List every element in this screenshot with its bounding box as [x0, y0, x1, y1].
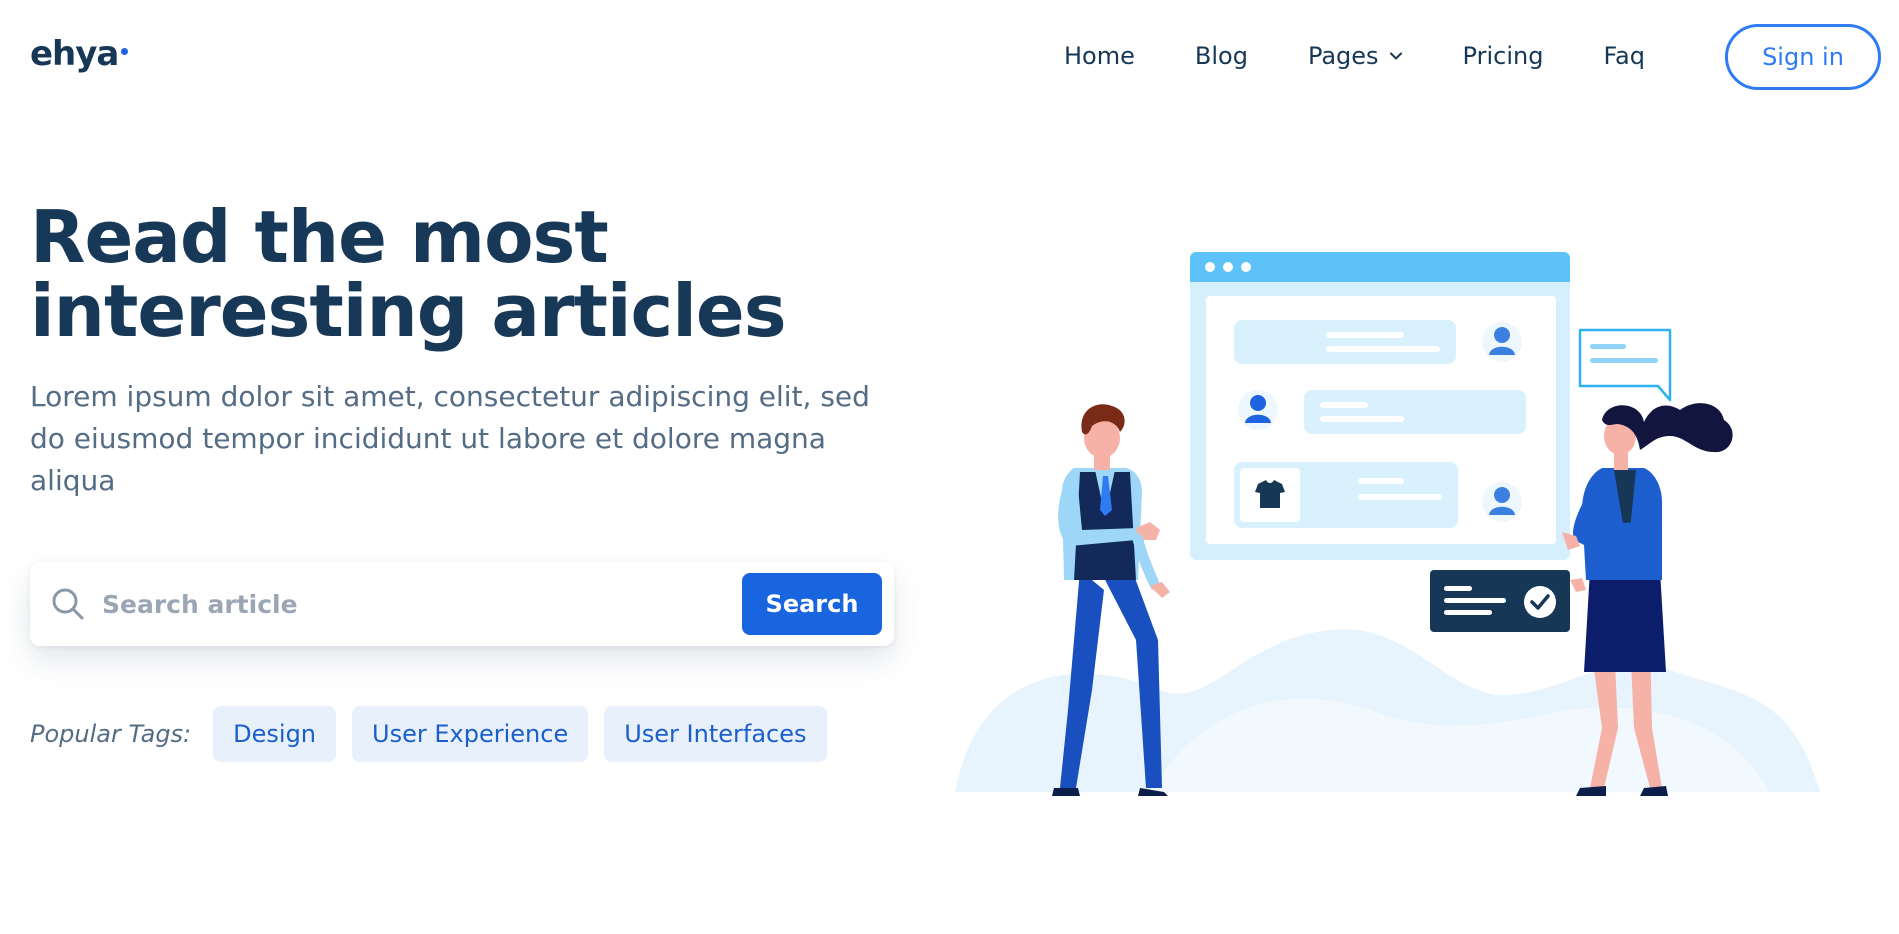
nav-item-home[interactable]: Home — [1064, 42, 1135, 70]
search-icon — [52, 588, 84, 620]
main-menu: Home Blog Pages Pricing Faq — [1064, 42, 1645, 70]
nav-item-label: Home — [1064, 42, 1135, 70]
browser-window-graphic — [1190, 252, 1570, 560]
sign-in-button[interactable]: Sign in — [1725, 24, 1881, 90]
search-bar: Search — [30, 562, 894, 646]
nav-item-label: Faq — [1603, 42, 1645, 70]
hero-title: Read the most interesting articles — [30, 200, 930, 348]
search-input[interactable] — [102, 582, 742, 626]
popular-tags-label: Popular Tags: — [30, 720, 192, 748]
tag-user-interfaces[interactable]: User Interfaces — [604, 706, 827, 762]
logo-dot — [121, 48, 129, 55]
chevron-down-icon — [1389, 52, 1402, 60]
hero-illustration — [955, 252, 1820, 796]
tag-design[interactable]: Design — [213, 706, 337, 762]
nav-item-blog[interactable]: Blog — [1195, 42, 1248, 70]
chat-bubble-graphic — [1578, 328, 1672, 402]
hero-title-line-2: interesting articles — [30, 269, 787, 353]
search-button[interactable]: Search — [742, 573, 882, 635]
nav-item-label: Blog — [1194, 42, 1248, 70]
nav-item-pricing[interactable]: Pricing — [1463, 42, 1544, 70]
hero-title-line-1: Read the most — [30, 195, 609, 279]
logo[interactable]: ehya — [30, 34, 129, 74]
nav-item-pages[interactable]: Pages — [1308, 42, 1403, 70]
nav-item-label: Pages — [1307, 42, 1379, 70]
nav-item-label: Pricing — [1462, 42, 1544, 70]
hero-description: Lorem ipsum dolor sit amet, consectetur … — [30, 380, 870, 497]
tag-user-experience[interactable]: User Experience — [352, 706, 589, 762]
approval-card-graphic — [1430, 570, 1570, 632]
nav-item-faq[interactable]: Faq — [1603, 42, 1645, 70]
popular-tags: Popular Tags: Design User Experience Use… — [30, 706, 843, 762]
navbar: ehya Home Blog Pages Pricing Faq Sign in — [0, 0, 1899, 118]
logo-text: ehya — [30, 34, 119, 74]
